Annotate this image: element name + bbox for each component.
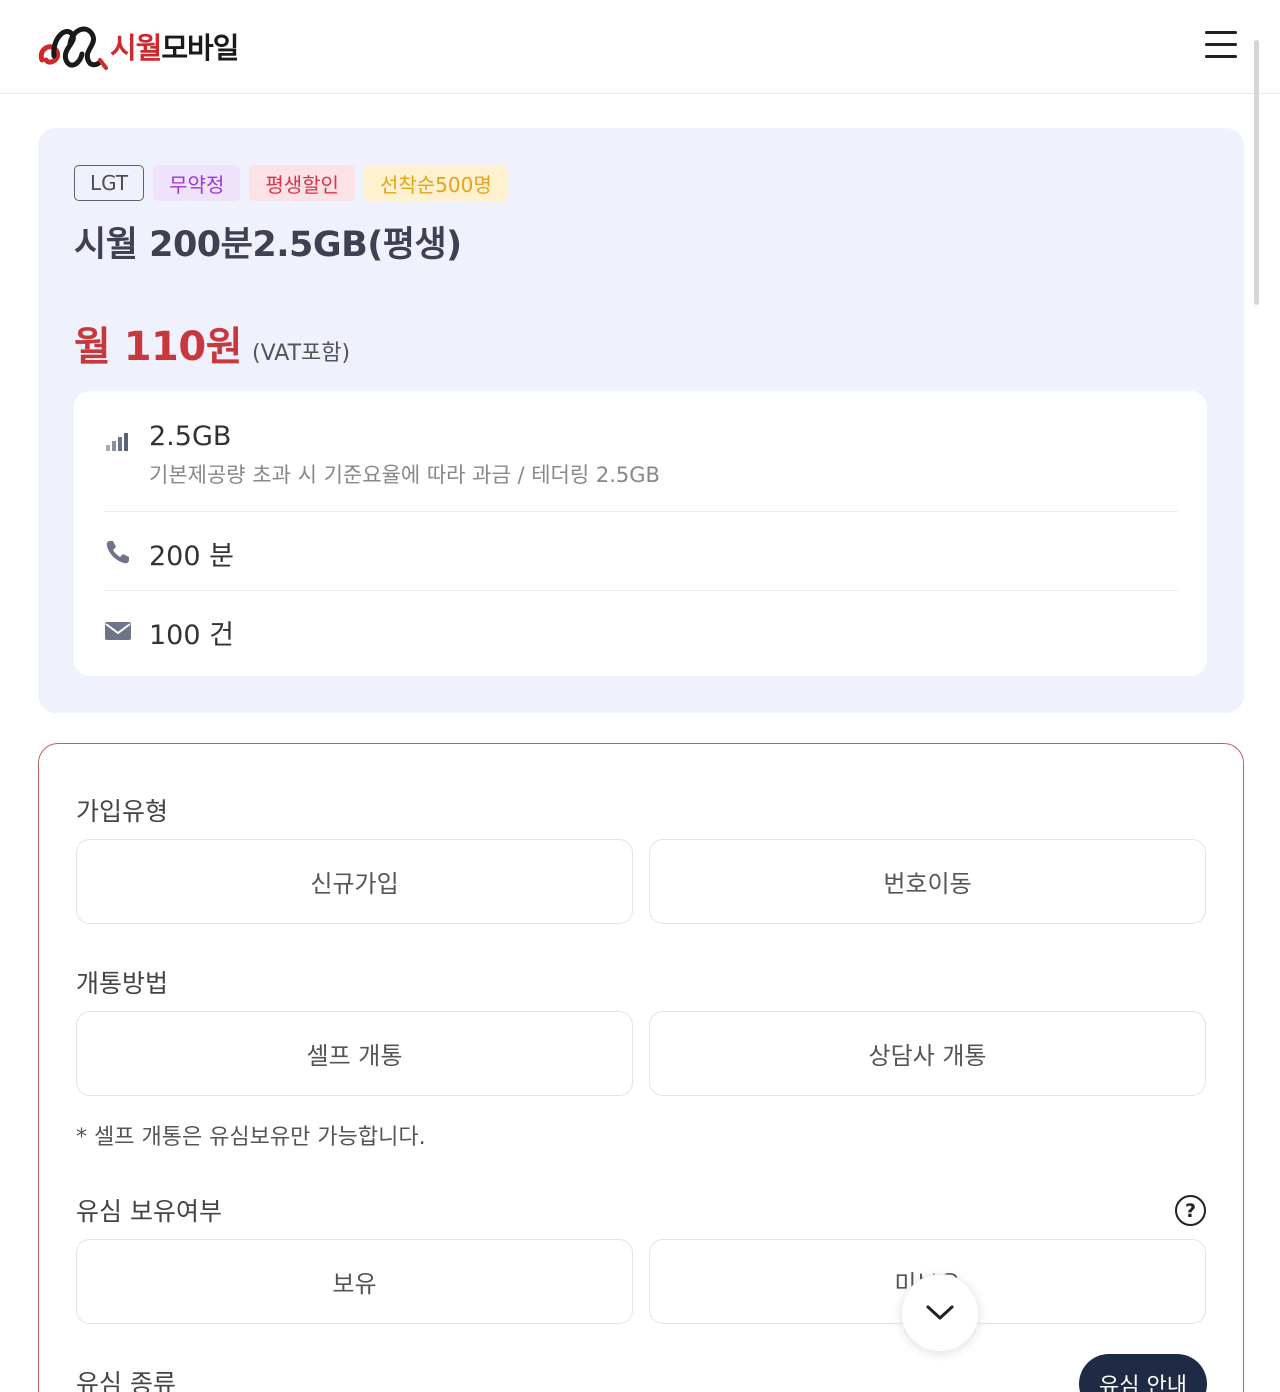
plan-summary-card: LGT 무약정 평생할인 선착순500명 시월 200분2.5GB(평생) 월 …: [38, 128, 1244, 713]
tag-carrier: LGT: [74, 165, 145, 201]
plan-tags: LGT 무약정 평생할인 선착순500명: [74, 165, 508, 201]
spec-sms-row: 100 건: [104, 613, 1178, 651]
spec-voice-row: 200 분: [104, 534, 1178, 572]
option-new-signup[interactable]: 신규가입: [76, 839, 633, 924]
plan-price: 월 110원: [74, 324, 243, 370]
vat-note: (VAT포함): [252, 341, 351, 366]
spec-data-note: 기본제공량 초과 시 기준요율에 따라 과금 / 테더링 2.5GB: [149, 463, 660, 487]
tag-lifetime-discount: 평생할인: [249, 165, 355, 201]
logo-text: 시월모바일: [110, 31, 239, 65]
sim-type-label: 유심 종류: [76, 1369, 176, 1392]
spec-data-row: 2.5GB 기본제공량 초과 시 기준요율에 따라 과금 / 테더링 2.5GB: [104, 421, 1178, 491]
price-row: 월 110원 (VAT포함): [74, 314, 350, 372]
envelope-icon: [105, 622, 131, 640]
top-header: 시월모바일: [0, 0, 1280, 94]
scrollbar[interactable]: [1254, 40, 1259, 305]
sim-guide-button[interactable]: 유심 안내: [1079, 1354, 1207, 1392]
chevron-down-icon: [926, 1305, 954, 1320]
scroll-down-button[interactable]: [901, 1274, 979, 1352]
divider: [104, 590, 1178, 591]
tag-no-contract: 무약정: [153, 165, 241, 201]
logo-mark-icon: [38, 26, 108, 70]
sim-owned-label: 유심 보유여부: [76, 1197, 222, 1226]
logo[interactable]: 시월모바일: [36, 20, 239, 72]
option-self-activation[interactable]: 셀프 개통: [76, 1011, 633, 1096]
spec-voice: 200 분: [149, 541, 234, 572]
option-agent-activation[interactable]: 상담사 개통: [649, 1011, 1206, 1096]
hamburger-icon[interactable]: [1203, 28, 1241, 62]
signal-icon: [106, 433, 128, 451]
option-sim-owned[interactable]: 보유: [76, 1239, 633, 1324]
plan-title: 시월 200분2.5GB(평생): [74, 225, 462, 265]
activation-note: * 셀프 개통은 유심보유만 가능합니다.: [76, 1125, 426, 1150]
help-icon[interactable]: ?: [1175, 1195, 1206, 1226]
phone-icon: [106, 541, 129, 564]
spec-data-amount: 2.5GB: [149, 421, 232, 452]
divider: [104, 511, 1178, 512]
application-form: 가입유형 신규가입 번호이동 개통방법 셀프 개통 상담사 개통 * 셀프 개통…: [38, 743, 1244, 1392]
join-type-label: 가입유형: [76, 797, 169, 826]
activation-label: 개통방법: [76, 969, 169, 998]
spec-sms: 100 건: [149, 620, 234, 651]
spec-box: 2.5GB 기본제공량 초과 시 기준요율에 따라 과금 / 테더링 2.5GB…: [74, 391, 1207, 676]
tag-first-come: 선착순500명: [363, 165, 508, 201]
option-number-transfer[interactable]: 번호이동: [649, 839, 1206, 924]
